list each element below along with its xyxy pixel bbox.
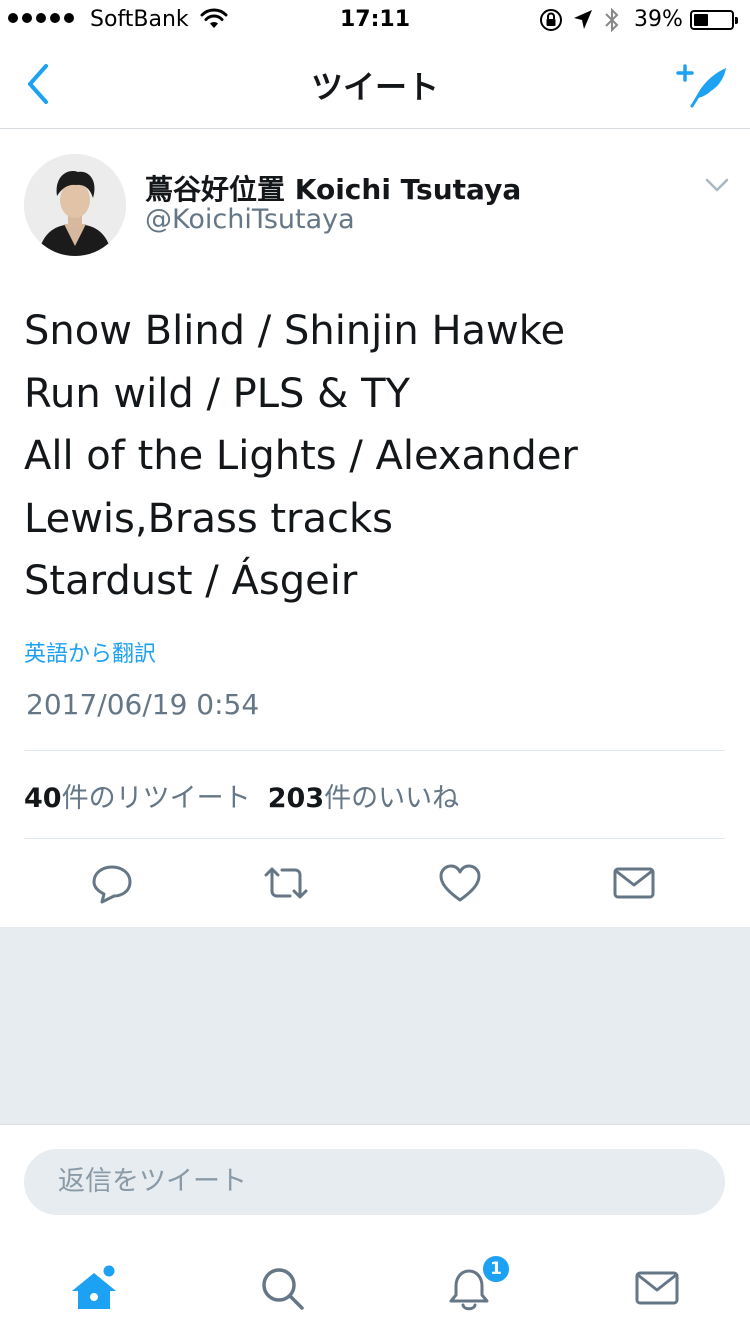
- chevron-down-icon[interactable]: [704, 176, 730, 194]
- battery-percent: 39%: [634, 7, 683, 32]
- orientation-lock-icon: [540, 9, 562, 31]
- battery-icon: [690, 10, 738, 30]
- direct-message-icon[interactable]: [610, 861, 658, 905]
- page-title: ツイート: [310, 68, 439, 106]
- tweet-stats: 40件のリツイート 203件のいいね: [24, 776, 459, 815]
- like-label: 件のいいね: [324, 783, 460, 814]
- avatar[interactable]: [24, 154, 126, 256]
- like-count: 203: [267, 783, 325, 814]
- bottom-bar: 返信をツイート: [0, 1124, 750, 1335]
- status-bar: SoftBank 17:11 39%: [0, 0, 750, 40]
- empty-replies-area: [0, 927, 750, 1124]
- like-count-link[interactable]: 203件のいいね: [268, 783, 459, 814]
- retweet-icon[interactable]: [262, 861, 310, 905]
- retweet-count-link[interactable]: 40件のリツイート: [24, 783, 251, 814]
- tweet-timestamp: 2017/06/19 0:54: [26, 688, 260, 721]
- notification-badge: 1: [481, 1254, 511, 1284]
- tweet-text: Snow Blind / Shinjin Hawke Run wild / PL…: [24, 300, 730, 613]
- translate-link[interactable]: 英語から翻訳: [24, 636, 156, 668]
- navigation-bar: ツイート: [0, 40, 750, 129]
- retweet-count: 40: [24, 783, 62, 814]
- reply-input[interactable]: 返信をツイート: [24, 1149, 725, 1215]
- retweet-label: 件のリツイート: [61, 783, 251, 814]
- tweet-line: Stardust / Ásgeir: [24, 558, 358, 604]
- reply-icon[interactable]: [88, 861, 136, 905]
- messages-icon[interactable]: [629, 1259, 685, 1315]
- author-handle[interactable]: @KoichiTsutaya: [145, 204, 355, 235]
- like-icon[interactable]: [436, 861, 484, 905]
- home-icon[interactable]: [66, 1259, 122, 1315]
- divider: [24, 750, 725, 751]
- tweet-line: All of the Lights / Alexander: [24, 433, 578, 479]
- tweet-line: Snow Blind / Shinjin Hawke: [24, 308, 566, 354]
- bluetooth-icon: [605, 7, 619, 33]
- tweet-line: Lewis,Brass tracks: [24, 495, 394, 542]
- search-icon[interactable]: [254, 1259, 310, 1315]
- author-display-name[interactable]: 蔦谷好位置 Koichi Tsutaya: [145, 168, 521, 208]
- compose-tweet-icon[interactable]: [676, 60, 730, 110]
- location-icon: [574, 10, 592, 29]
- tweet-line: Run wild / PLS & TY: [24, 370, 410, 417]
- tweet-action-bar: [0, 839, 750, 928]
